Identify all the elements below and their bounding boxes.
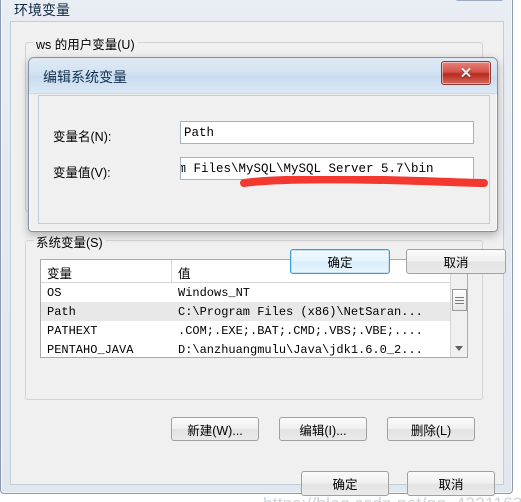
delete-variable-button[interactable]: 删除(L)	[387, 417, 475, 441]
system-variables-list[interactable]: 变量 值 OS Windows_NT Path C:\Program Files…	[40, 259, 468, 358]
table-row[interactable]: PENTAHO_JAVA D:\anzhuangmulu\Java\jdk1.6…	[41, 340, 467, 357]
variable-name-label: 变量名(N):	[53, 130, 112, 144]
edit-variable-button[interactable]: 编辑(I)...	[279, 417, 367, 441]
cell-variable-name: PENTAHO_JAVA	[47, 342, 134, 357]
cell-variable-name: PATHEXT	[47, 323, 98, 338]
table-row[interactable]: OS Windows_NT	[41, 283, 467, 302]
cell-variable-name: Path	[47, 304, 76, 319]
screenshot-root: 环境变量 ✕ ws 的用户变量(U) 系统变量(S) 变量 值 OS Windo…	[0, 0, 521, 502]
variable-value-label: 变量值(V):	[53, 166, 111, 180]
page-title: 环境变量	[14, 2, 70, 18]
scrollbar-thumb[interactable]	[452, 289, 467, 311]
cell-variable-value: .COM;.EXE;.BAT;.CMD;.VBS;.VBE;....	[178, 323, 423, 338]
cell-variable-name: OS	[47, 285, 62, 300]
cell-variable-value: Windows_NT	[178, 285, 251, 300]
table-row[interactable]: Path C:\Program Files (x86)\NetSaran...	[41, 302, 467, 321]
cell-variable-value: C:\Program Files (x86)\NetSaran...	[178, 304, 423, 319]
column-header-variable[interactable]: 变量	[41, 260, 172, 282]
modal-title-bar: 编辑系统变量 ✕	[29, 58, 497, 94]
scroll-down-icon[interactable]	[451, 340, 467, 357]
cancel-button[interactable]: 取消	[407, 471, 495, 496]
close-button[interactable]: ✕	[455, 0, 504, 1]
watermark-text: https://blog.csdn.net/qq_43211632	[263, 494, 521, 502]
close-icon: ✕	[459, 64, 473, 82]
modal-cancel-button[interactable]: 取消	[406, 249, 506, 274]
variable-name-value: Path	[184, 125, 215, 140]
edit-system-variable-dialog: 编辑系统变量 ✕ 变量名(N): Path 变量值(V): C:\Program…	[28, 57, 506, 274]
cell-variable-value: D:\anzhuangmulu\Java\jdk1.6.0_2...	[178, 342, 423, 357]
grip-icon	[455, 295, 464, 306]
variable-value-input[interactable]: C:\Program Files\MySQL\MySQL Server 5.7\…	[180, 157, 474, 180]
system-variables-group-label: 系统变量(S)	[33, 232, 106, 251]
table-row[interactable]: PATHEXT .COM;.EXE;.BAT;.CMD;.VBS;.VBE;..…	[41, 321, 467, 340]
variable-value-value: C:\Program Files\MySQL\MySQL Server 5.7\…	[181, 161, 434, 176]
ok-button[interactable]: 确定	[301, 471, 389, 496]
modal-ok-button[interactable]: 确定	[290, 249, 390, 274]
main-title-bar: 环境变量 ✕	[1, 0, 512, 21]
new-variable-button[interactable]: 新建(W)...	[171, 417, 259, 441]
modal-close-button[interactable]: ✕	[441, 61, 491, 85]
variable-name-input[interactable]: Path	[180, 121, 474, 144]
list-header-row: 变量 值	[41, 260, 467, 283]
modal-title: 编辑系统变量	[43, 69, 127, 85]
list-scrollbar[interactable]	[450, 260, 467, 357]
user-variables-group-label: ws 的用户变量(U)	[33, 34, 138, 53]
